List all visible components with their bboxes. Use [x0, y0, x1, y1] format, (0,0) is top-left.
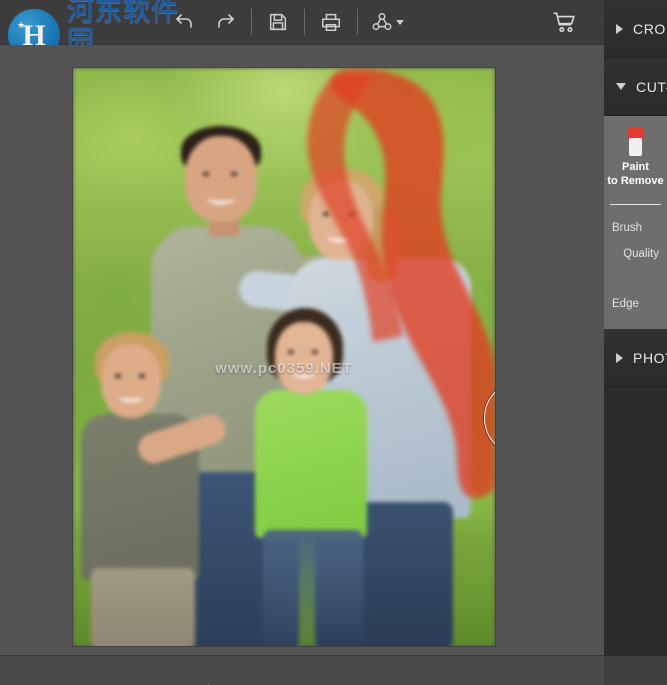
edge-row[interactable]: Edge [604, 291, 667, 317]
print-button[interactable] [311, 2, 351, 42]
redo-icon [218, 14, 235, 28]
cart-button[interactable] [544, 2, 584, 42]
bottom-toolbar-inner [0, 670, 604, 685]
section-header-photo[interactable]: PHOTO [604, 329, 667, 387]
undo-icon [175, 14, 192, 28]
eye [349, 212, 355, 216]
paint-brush-icon [623, 128, 649, 156]
toolbar-divider [304, 9, 305, 35]
cart-icon [553, 12, 575, 33]
brush-size-row[interactable]: Brush [604, 215, 667, 241]
subject-father-head [185, 136, 257, 222]
application-window: ★ H 河东软件园 www.pc0359.cn [0, 0, 667, 685]
chevron-down-icon [616, 83, 626, 90]
panel-footer-strip [604, 655, 667, 685]
panel-divider [610, 204, 661, 205]
section-label-cutout: CUT-OUT [636, 78, 667, 95]
save-icon [269, 13, 287, 31]
subject-mother-head [309, 180, 373, 260]
toolbar-right-group [544, 2, 604, 42]
eye [139, 374, 145, 378]
toolbar-divider [251, 9, 252, 35]
paint-to-remove-label: Paint to Remove [605, 160, 667, 188]
photo-canvas[interactable]: www.pc0359.NET [73, 68, 495, 646]
quality-row[interactable]: Quality [604, 241, 667, 267]
eye [323, 212, 329, 216]
zoom-out-button[interactable] [219, 679, 253, 685]
chevron-right-icon [616, 352, 623, 363]
share-button[interactable] [364, 2, 410, 42]
smile [119, 392, 143, 402]
brush-size-label: Brush [612, 222, 643, 234]
bottom-toolbar [0, 655, 604, 685]
subject-daughter-body [255, 390, 367, 538]
section-label-photo: PHOTO [633, 349, 667, 366]
subject-daughter-head [275, 322, 333, 394]
section-label-crop: CROP [633, 20, 667, 37]
apply-button[interactable] [556, 679, 590, 685]
subject-son-head [101, 344, 161, 418]
undo-button[interactable] [165, 2, 205, 42]
actual-size-button[interactable] [287, 679, 321, 685]
canvas-area[interactable]: www.pc0359.NET [0, 45, 604, 655]
cutout-panel-body: Paint to Remove Brush Quality Edge [604, 116, 667, 329]
section-header-cutout[interactable]: CUT-OUT [604, 58, 667, 116]
eye [288, 350, 294, 354]
toolbar-left-group [0, 0, 410, 44]
toolbar-divider [357, 9, 358, 35]
edge-label: Edge [612, 298, 639, 310]
chevron-right-icon [616, 23, 623, 34]
section-header-crop[interactable]: CROP [604, 0, 667, 58]
eye [115, 374, 121, 378]
tool-label-line1: Paint [622, 161, 649, 173]
paint-to-remove-tool[interactable]: Paint to Remove [604, 124, 667, 196]
compare-button[interactable] [522, 679, 556, 685]
redo-button[interactable] [205, 2, 245, 42]
photo-image [73, 68, 495, 646]
quality-label: Quality [623, 248, 659, 260]
subject-daughter-jeans [263, 530, 363, 646]
smile [207, 192, 235, 204]
zoom-in-button[interactable] [253, 679, 287, 685]
fit-screen-button[interactable] [164, 679, 198, 685]
smile [292, 368, 316, 378]
right-panel: CROP CUT-OUT Paint to Remove Brush Qua [604, 0, 667, 685]
smile [327, 230, 353, 242]
top-toolbar [0, 0, 604, 45]
eye [231, 172, 237, 176]
save-button[interactable] [258, 2, 298, 42]
eye [312, 350, 318, 354]
share-icon [372, 13, 391, 31]
eye [203, 172, 209, 176]
tool-label-line2: to Remove [607, 175, 664, 187]
print-icon [322, 13, 340, 31]
subject-son-shorts [91, 568, 195, 646]
chevron-down-icon [395, 19, 404, 25]
